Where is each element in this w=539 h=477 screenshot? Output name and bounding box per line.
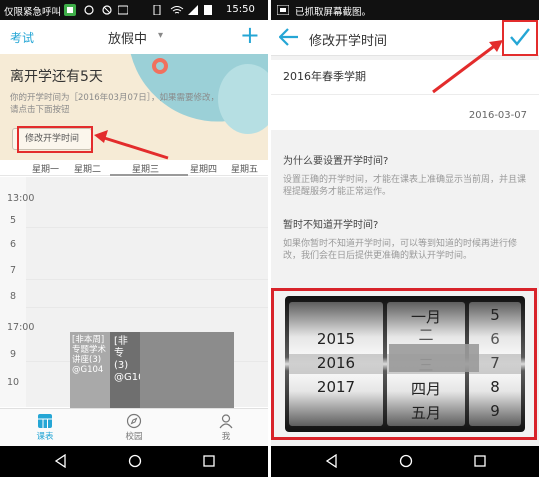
course-line: 讲座(3) [72, 355, 102, 365]
highlight-box [502, 20, 538, 56]
swim-ring-icon [152, 58, 168, 74]
faq-answer: 设置正确的开学时间，才能在课表上准确显示当前周，并且课程提醒服务才能正常运作。 [283, 175, 527, 197]
tab-me[interactable]: 我 [196, 411, 256, 442]
mute-icon [102, 5, 112, 15]
recent-apps-icon[interactable] [473, 454, 487, 468]
day-option[interactable]: 5 [469, 306, 521, 324]
exam-button[interactable]: 考试 [10, 29, 34, 46]
month-option[interactable]: 四月 [387, 378, 465, 399]
tab-label: 我 [221, 432, 231, 442]
weekday-fri[interactable]: 星期五 [231, 162, 258, 175]
right-screen: 已抓取屏幕截图。 修改开学时间 2016年春季学期 2016-03-07 为什么… [271, 0, 539, 477]
course-line: 专题学术 [72, 345, 107, 355]
semester-date[interactable]: 2016-03-07 [469, 110, 527, 121]
faq-question: 为什么要设置开学时间? [283, 156, 389, 167]
tab-campus[interactable]: 校园 [104, 411, 164, 442]
carrier-text: 仅限紧急呼叫 [4, 7, 62, 18]
bottom-tab-bar: 课表 校园 我 [0, 408, 268, 446]
battery-icon [204, 5, 212, 15]
divider [271, 94, 539, 95]
page-title: 修改开学时间 [309, 34, 388, 49]
status-bar: 已抓取屏幕截图。 [271, 0, 539, 20]
time-label: 6 [10, 239, 17, 250]
semester-banner: 离开学还有5天 你的开学时间为［2016年03月07日］，如果需要修改，请点击下… [0, 54, 268, 160]
system-nav-bar [271, 446, 539, 477]
app-notification-icon [64, 4, 76, 16]
compass-icon [126, 413, 142, 429]
left-screen: 仅限紧急呼叫 15:50 考试 放假中 ▾ + 离开学还有5天 你的开学时间为［… [0, 0, 268, 477]
app-bar: 考试 放假中 ▾ + [0, 20, 268, 54]
course-line: @G104 [72, 365, 104, 375]
tab-schedule[interactable]: 课表 [15, 411, 75, 442]
recent-apps-icon[interactable] [202, 454, 216, 468]
time-label: 7 [10, 265, 17, 276]
time-label: 5 [10, 215, 17, 226]
page-title[interactable]: 放假中 [108, 28, 147, 47]
time-label: 10 [7, 377, 20, 388]
grid-line [26, 307, 268, 308]
back-arrow-icon[interactable] [279, 28, 299, 46]
wifi-icon [170, 6, 184, 14]
app-bar: 修改开学时间 [271, 20, 539, 56]
vibrate-icon [153, 5, 161, 15]
time-label: 9 [10, 349, 17, 360]
beach-wave-decoration [218, 64, 268, 134]
chevron-down-icon[interactable]: ▾ [158, 30, 163, 41]
tab-label: 校园 [125, 432, 143, 442]
weekday-thu[interactable]: 星期四 [190, 162, 217, 175]
year-option[interactable]: 2017 [289, 378, 383, 396]
faq-question: 暂时不知道开学时间? [283, 220, 379, 231]
schedule-icon [38, 414, 52, 428]
countdown-description: 你的开学时间为［2016年03月07日］，如果需要修改，请点击下面按钮 [10, 93, 220, 115]
time-label: 8 [10, 291, 17, 302]
tab-label: 课表 [36, 432, 54, 442]
back-triangle-icon[interactable] [325, 454, 339, 468]
grid-line [26, 227, 268, 228]
year-wheel[interactable]: 2015 2016 2017 [289, 302, 383, 426]
screenshot-icon [277, 5, 289, 15]
faq-answer: 如果你暂时不知道开学时间，可以等到知道的时候再进行修改，我们会在日后提供更准确的… [283, 239, 518, 261]
day-option[interactable]: 9 [469, 402, 521, 420]
screenshot-notice: 已抓取屏幕截图。 [295, 7, 372, 18]
semester-row[interactable]: 2016年春季学期 2016-03-07 [271, 60, 539, 130]
time-label: 17:00 [7, 322, 35, 333]
semester-name: 2016年春季学期 [283, 70, 366, 83]
back-triangle-icon[interactable] [54, 454, 68, 468]
day-option[interactable]: 8 [469, 378, 521, 396]
countdown-title: 离开学还有5天 [10, 69, 103, 85]
date-picker: 2015 2016 2017 一月 二 三 四月 五月 5 6 7 8 9 [285, 296, 525, 432]
course-card[interactable]: [非本周] 专题学术 讲座(3) @G104 [70, 332, 110, 408]
alarm-icon [84, 5, 94, 15]
month-option[interactable]: 五月 [387, 402, 465, 423]
signal-icon [188, 5, 198, 15]
add-button[interactable]: + [240, 21, 260, 49]
year-option[interactable]: 2016 [289, 354, 383, 372]
course-line: [非本周] [72, 335, 105, 345]
year-option[interactable]: 2015 [289, 330, 383, 348]
status-bar: 仅限紧急呼叫 15:50 [0, 0, 268, 20]
weekday-tue[interactable]: 星期二 [74, 162, 101, 175]
course-card[interactable]: [非 专 (3) @G104 [110, 332, 234, 408]
month-option[interactable]: 二 [387, 324, 465, 345]
home-circle-icon[interactable] [399, 454, 413, 468]
grid-line [26, 279, 268, 280]
blurred-region [140, 332, 234, 408]
clock-text: 15:50 [226, 4, 255, 15]
weekday-mon[interactable]: 星期一 [32, 162, 59, 175]
person-icon [219, 414, 233, 429]
weekday-active-indicator [110, 174, 188, 176]
time-label: 13:00 [7, 193, 35, 204]
blurred-region [389, 344, 479, 372]
system-nav-bar [0, 446, 268, 477]
home-circle-icon[interactable] [128, 454, 142, 468]
highlight-box [17, 126, 93, 153]
message-icon [118, 5, 128, 15]
